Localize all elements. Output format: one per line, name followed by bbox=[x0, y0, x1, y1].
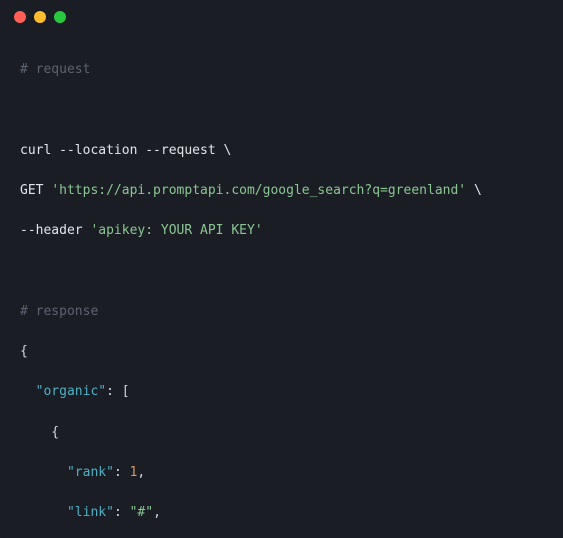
line-continuation: \ bbox=[466, 183, 482, 198]
header-flag: --header bbox=[20, 223, 90, 238]
json-key-organic: "organic" bbox=[36, 384, 106, 399]
brace-open: { bbox=[20, 344, 28, 359]
json-value-link: "#" bbox=[130, 505, 153, 520]
line-continuation: \ bbox=[224, 143, 232, 158]
json-key-link: "link" bbox=[67, 505, 114, 520]
code-block: # request curl --location --request \ GE… bbox=[0, 34, 563, 538]
curl-command: curl --location --request bbox=[20, 143, 224, 158]
http-method: GET bbox=[20, 183, 51, 198]
terminal-window: # request curl --location --request \ GE… bbox=[0, 0, 563, 538]
request-url: 'https://api.promptapi.com/google_search… bbox=[51, 183, 466, 198]
json-key-rank: "rank" bbox=[67, 465, 114, 480]
close-icon[interactable] bbox=[14, 11, 26, 23]
header-value: 'apikey: YOUR API KEY' bbox=[90, 223, 262, 238]
request-comment: # request bbox=[20, 62, 90, 77]
item-open: { bbox=[20, 425, 59, 440]
minimize-icon[interactable] bbox=[34, 11, 46, 23]
response-comment: # response bbox=[20, 304, 98, 319]
colon-bracket: : [ bbox=[106, 384, 129, 399]
titlebar bbox=[0, 0, 563, 34]
maximize-icon[interactable] bbox=[54, 11, 66, 23]
